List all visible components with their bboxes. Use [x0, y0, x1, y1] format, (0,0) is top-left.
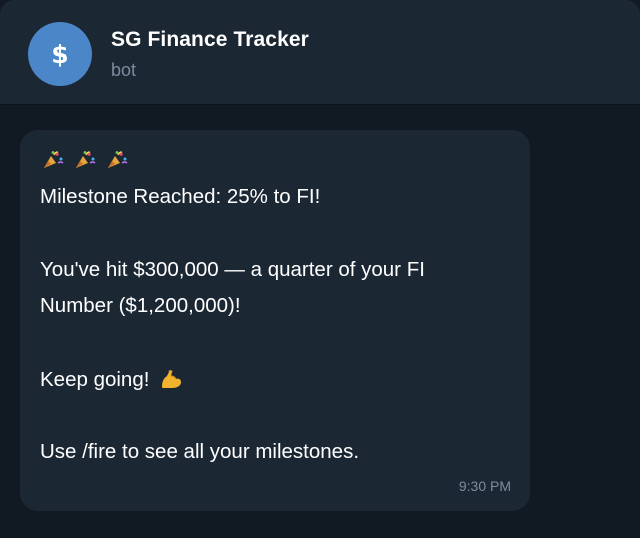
party-popper-icon: [42, 150, 64, 170]
chat-window: $ SG Finance Tracker bot Milestone Reach…: [0, 0, 640, 538]
party-popper-icon: [106, 150, 128, 170]
message-encouragement: Keep going!: [40, 368, 183, 392]
avatar[interactable]: $: [28, 22, 92, 86]
flexed-biceps-icon: [159, 368, 183, 390]
chat-subtitle: bot: [111, 60, 137, 80]
chat-header[interactable]: $ SG Finance Tracker bot: [0, 0, 640, 104]
message-body-line-2: Number ($1,200,000)!: [40, 294, 241, 317]
message-body-line-1: You've hit $300,000 — a quarter of your …: [40, 258, 425, 281]
celebration-emoji-row: [42, 150, 128, 170]
message-heading: Milestone Reached: 25% to FI!: [40, 185, 321, 208]
chat-title: SG Finance Tracker: [111, 28, 309, 51]
avatar-glyph: $: [51, 39, 69, 69]
encouragement-text: Keep going!: [40, 368, 150, 391]
message-bubble: Milestone Reached: 25% to FI! You've hit…: [20, 130, 530, 511]
party-popper-icon: [74, 150, 96, 170]
message-timestamp: 9:30 PM: [458, 478, 511, 494]
message-hint: Use /fire to see all your milestones.: [40, 440, 360, 463]
